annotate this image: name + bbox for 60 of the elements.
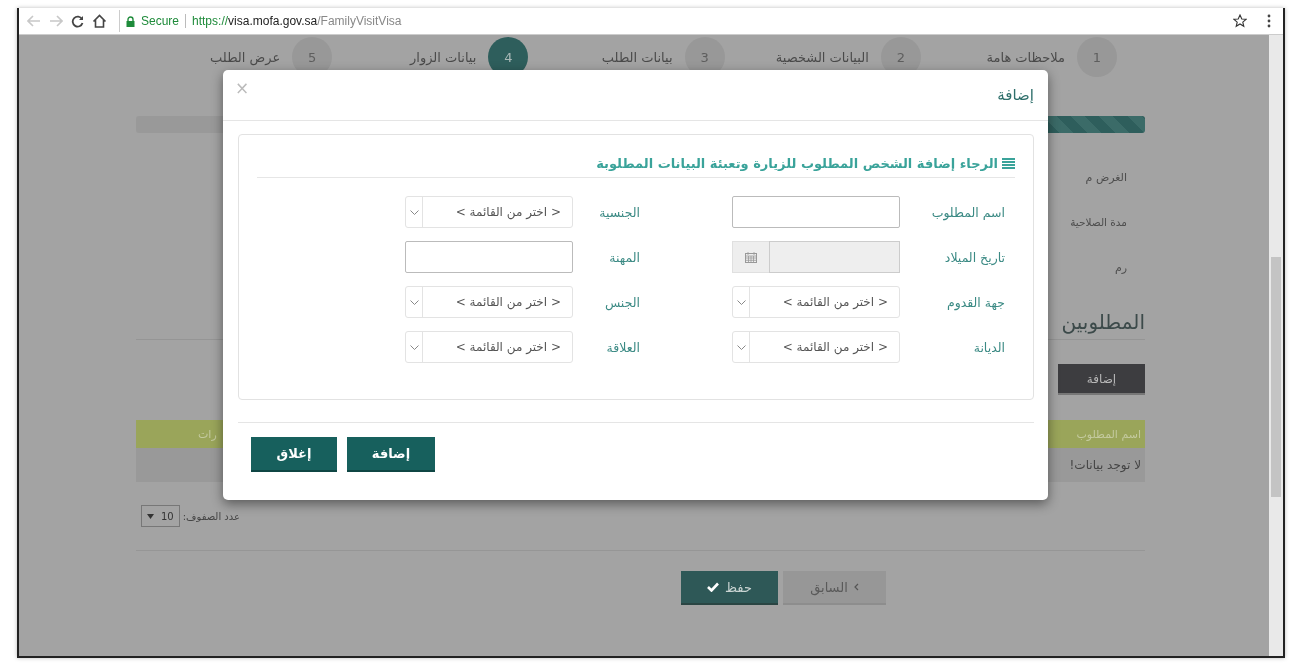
step-label[interactable]: بيانات الطلب: [601, 49, 673, 65]
scrollbar[interactable]: [1269, 35, 1283, 656]
empty-message: لا توجد بيانات!: [1069, 458, 1141, 472]
field-label: اسم المطلوب: [930, 204, 1005, 220]
field-label: جهة القدوم: [945, 294, 1005, 310]
caret-icon: [147, 513, 154, 519]
star-icon[interactable]: [1233, 14, 1247, 28]
field-label: الجنس: [603, 294, 641, 310]
info-label: الغرض م: [1085, 170, 1127, 186]
info-label: رم: [1114, 260, 1127, 276]
calendar-icon: [745, 251, 757, 263]
lock-icon: [126, 15, 135, 27]
step-number[interactable]: 1: [1077, 37, 1117, 77]
menu-icon[interactable]: [1267, 14, 1271, 28]
url-text: https://visa.mofa.gov.sa/FamilyVisitVisa: [192, 14, 402, 28]
text-field[interactable]: [732, 196, 900, 228]
select-field[interactable]: < اختر من القائمة >: [405, 331, 573, 363]
field-label: العلاقة: [605, 339, 641, 355]
field-label: الديانة: [972, 339, 1005, 355]
field-label: المهنة: [608, 249, 641, 265]
check-icon: [707, 582, 720, 592]
dialog-button[interactable]: إغلاق: [251, 437, 337, 472]
back-icon[interactable]: [27, 15, 41, 27]
select-field[interactable]: < اختر من القائمة >: [732, 286, 900, 318]
list-icon: [1002, 157, 1015, 169]
info-label: مدة الصلاحية: [1070, 215, 1127, 230]
step-label[interactable]: البيانات الشخصية: [775, 49, 869, 65]
reload-icon[interactable]: [71, 14, 84, 28]
dialog-button[interactable]: إضافة: [347, 437, 435, 472]
chevron-down-icon: [736, 299, 746, 305]
save-button[interactable]: حفظ: [681, 571, 778, 605]
modal-title: إضافة: [997, 86, 1034, 104]
address-bar[interactable]: Secure https://visa.mofa.gov.sa/FamilyVisitVisa: [119, 10, 1253, 32]
chevron-icon: [853, 583, 859, 591]
field-label: الجنسية: [598, 204, 641, 220]
section-title: المطلوبين: [1061, 310, 1145, 334]
date-field[interactable]: [732, 241, 900, 273]
column-header: رات: [198, 427, 217, 441]
chevron-down-icon: [409, 299, 419, 305]
rows-per-page-select[interactable]: 10: [141, 505, 180, 527]
text-field[interactable]: [405, 241, 573, 273]
forward-icon[interactable]: [49, 15, 63, 27]
secure-label: Secure: [141, 14, 180, 28]
close-button[interactable]: ×: [235, 78, 250, 98]
previous-button[interactable]: السابق: [783, 571, 886, 605]
home-icon[interactable]: [92, 14, 107, 28]
rows-per-page-label: عدد الصفوف:: [182, 510, 241, 522]
field-label: تاريخ الميلاد: [943, 249, 1005, 265]
step-label[interactable]: عرض الطلب: [210, 49, 281, 65]
chevron-down-icon: [409, 344, 419, 350]
column-header: اسم المطلوب: [1076, 427, 1141, 441]
chevron-down-icon: [409, 209, 419, 215]
add-button[interactable]: إضافة: [1058, 364, 1145, 395]
select-field[interactable]: < اختر من القائمة >: [405, 286, 573, 318]
select-field[interactable]: < اختر من القائمة >: [405, 196, 573, 228]
step-label[interactable]: ملاحظات هامة: [986, 49, 1065, 65]
chevron-down-icon: [736, 344, 746, 350]
step-label[interactable]: بيانات الزوار: [410, 49, 477, 65]
panel-title: الرجاء إضافة الشخص المطلوب للزيارة وتعبئة البيانات المطلوبة: [596, 155, 998, 171]
select-field[interactable]: < اختر من القائمة >: [732, 331, 900, 363]
